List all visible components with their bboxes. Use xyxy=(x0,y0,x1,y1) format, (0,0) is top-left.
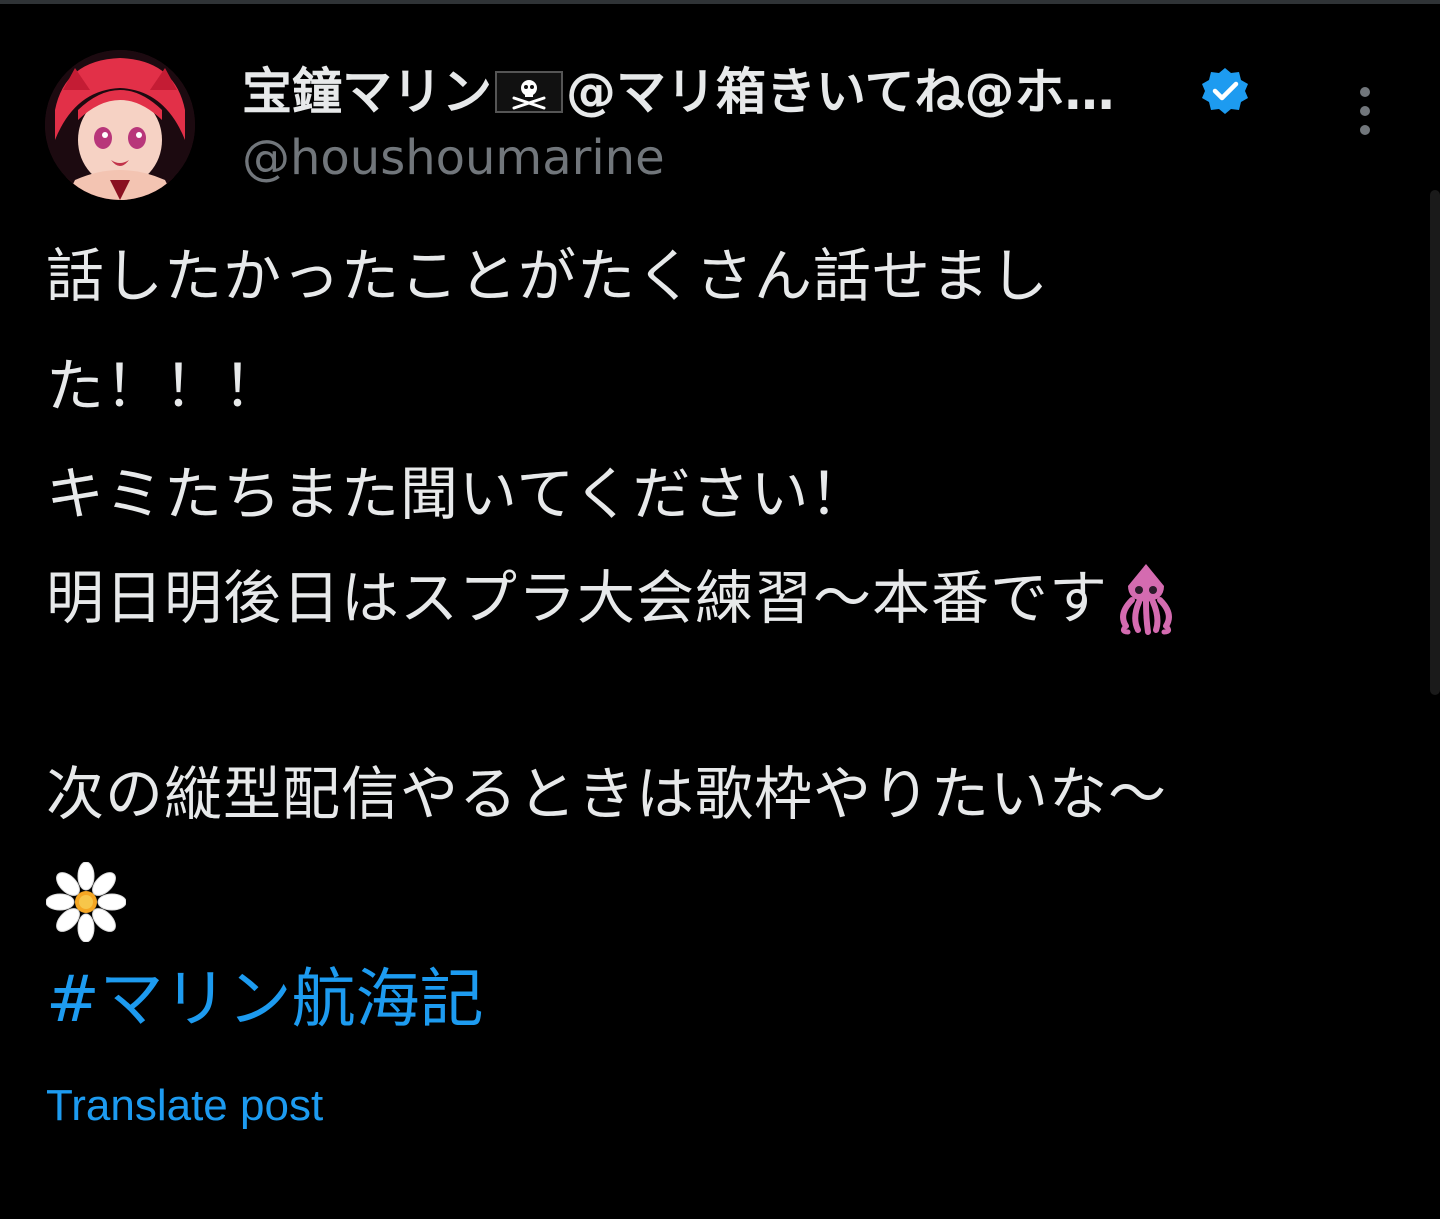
post-text-line-5: 次の縦型配信やるときは歌枠やりたいな〜 xyxy=(46,760,1168,828)
pirate-flag-icon xyxy=(494,68,564,116)
verified-badge-icon xyxy=(1200,66,1250,116)
scrollbar[interactable] xyxy=(1430,190,1440,695)
hashtag-link[interactable]: #マリン航海記 xyxy=(46,962,484,1038)
post-text-line-6 xyxy=(45,861,127,943)
translate-post-link[interactable]: Translate post xyxy=(46,1078,323,1134)
post-text-line-2: た！！！ xyxy=(46,352,283,420)
post-text-line-3: キミたちまた聞いてください！ xyxy=(46,460,869,528)
user-handle[interactable]: @houshoumarine xyxy=(242,128,665,188)
post-text-line-1: 話したかったことがたくさん話せまし xyxy=(46,242,1050,310)
avatar[interactable] xyxy=(45,50,195,200)
daisy-emoji xyxy=(45,861,127,943)
display-name[interactable]: 宝鐘マリン @マリ箱きいてね@ホ… xyxy=(242,62,1115,122)
post: 宝鐘マリン @マリ箱きいてね@ホ… @houshoumarine 話したかったこ… xyxy=(0,0,1440,1219)
display-name-part2: @マリ箱きいてね@ホ… xyxy=(566,63,1115,121)
post-text-line-4-text: 明日明後日はスプラ大会練習〜本番です xyxy=(46,564,1109,632)
more-options-icon[interactable] xyxy=(1350,84,1380,138)
squid-emoji xyxy=(1108,560,1184,636)
post-text-line-4: 明日明後日はスプラ大会練習〜本番です xyxy=(46,562,1184,640)
display-name-part1: 宝鐘マリン xyxy=(242,63,492,121)
